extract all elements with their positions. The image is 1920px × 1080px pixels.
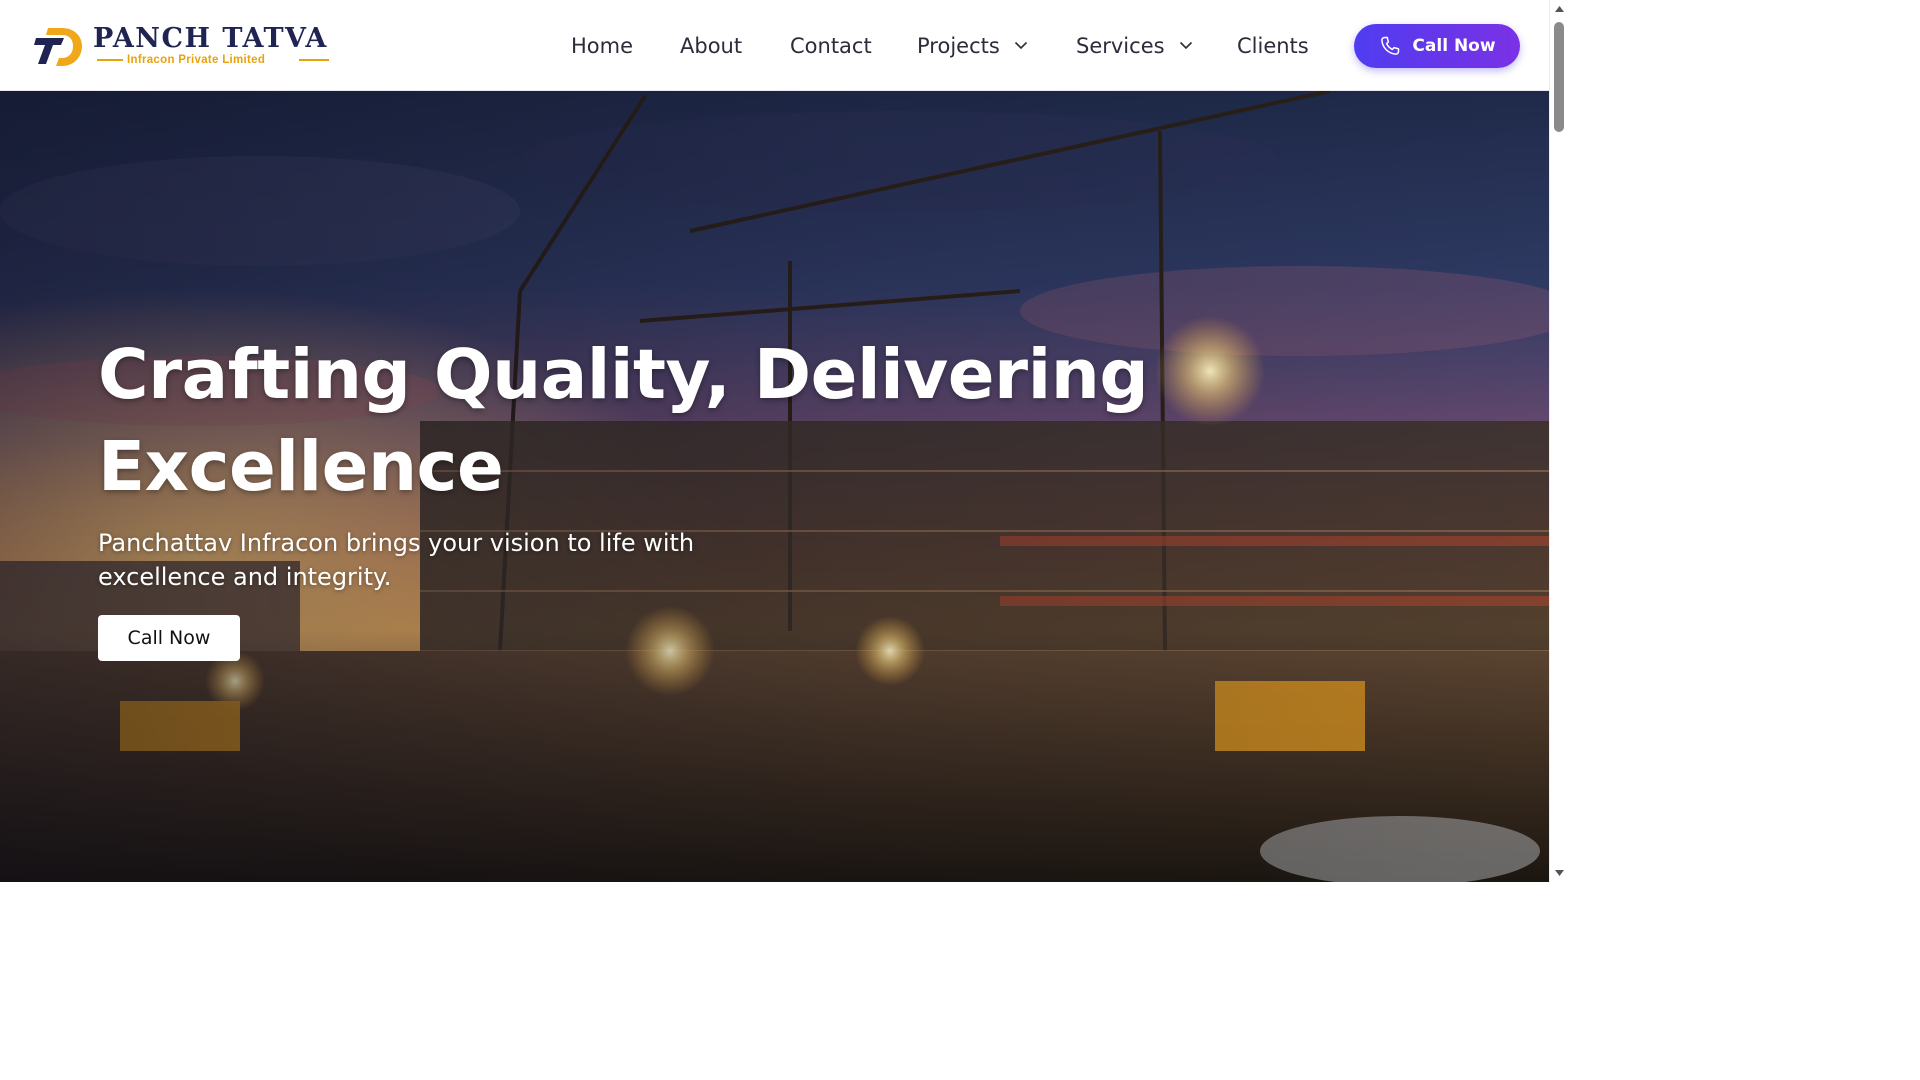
page-scrollbar[interactable] bbox=[1549, 0, 1568, 882]
call-now-header-label: Call Now bbox=[1412, 36, 1496, 56]
scrollbar-thumb[interactable] bbox=[1554, 22, 1564, 132]
site-header: PANCH TATVA Infracon Private Limited Hom… bbox=[0, 0, 1549, 91]
nav-services-label: Services bbox=[1076, 34, 1165, 58]
nav-contact[interactable]: Contact bbox=[790, 30, 872, 62]
nav-home[interactable]: Home bbox=[571, 30, 633, 62]
hero-section: Crafting Quality, Delivering Excellence … bbox=[0, 91, 1549, 882]
phone-icon bbox=[1381, 36, 1400, 55]
nav-about-label: About bbox=[680, 34, 743, 58]
nav-clients-label: Clients bbox=[1237, 34, 1309, 58]
nav-clients[interactable]: Clients bbox=[1237, 30, 1309, 62]
call-now-hero-label: Call Now bbox=[127, 627, 211, 649]
hero-subtitle: Panchattav Infracon brings your vision t… bbox=[98, 529, 695, 591]
scroll-down-arrow-icon[interactable] bbox=[1554, 868, 1565, 878]
chevron-down-icon bbox=[1180, 41, 1193, 50]
scroll-up-arrow-icon[interactable] bbox=[1554, 4, 1565, 14]
nav-contact-label: Contact bbox=[790, 34, 872, 58]
nav-projects[interactable]: Projects bbox=[917, 30, 1028, 62]
chevron-down-icon bbox=[1015, 41, 1028, 50]
nav-home-label: Home bbox=[571, 34, 634, 58]
hero-title: Crafting Quality, Delivering Excellence bbox=[98, 335, 1149, 507]
call-now-header-button[interactable]: Call Now bbox=[1354, 24, 1520, 68]
nav-about[interactable]: About bbox=[680, 30, 742, 62]
main-nav: Home About Contact Projects Services Cli… bbox=[0, 0, 1549, 91]
nav-services[interactable]: Services bbox=[1076, 30, 1193, 62]
call-now-hero-button[interactable]: Call Now bbox=[98, 615, 240, 661]
nav-projects-label: Projects bbox=[917, 34, 1000, 58]
